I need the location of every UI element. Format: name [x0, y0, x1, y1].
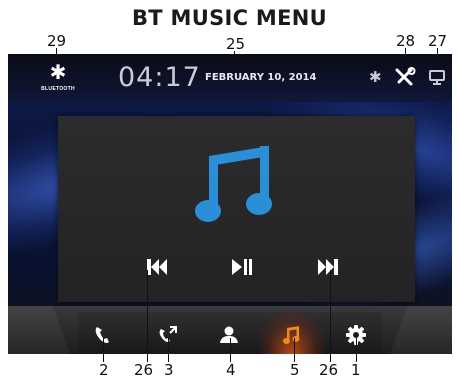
callout-29: 29: [47, 32, 67, 50]
clock-time: 04:17: [118, 62, 201, 93]
bluetooth-icon: ✱: [49, 60, 67, 84]
nav-bar-wing: [8, 306, 70, 354]
music-icon[interactable]: [281, 324, 303, 346]
callout-leader-26: [147, 270, 148, 362]
callout-28: 28: [396, 32, 416, 50]
bluetooth-status-icon: ✱: [369, 68, 382, 86]
callout-4: 4: [226, 361, 236, 379]
next-track-button[interactable]: [315, 256, 341, 278]
clock-date: FEBRUARY 10, 2014: [205, 72, 317, 83]
callout-26: 26: [319, 361, 339, 379]
music-note-icon: [195, 146, 272, 222]
contacts-icon[interactable]: [218, 324, 240, 346]
callout-leader-5: [294, 338, 295, 362]
callout-5: 5: [290, 361, 300, 379]
bluetooth-source-button[interactable]: ✱ BLUETOOTH: [38, 62, 78, 92]
bluetooth-source-label: BLUETOOTH: [41, 86, 75, 92]
status-bar: ✱ BLUETOOTH 04:17 FEBRUARY 10, 2014 ✱: [8, 54, 452, 102]
callout-27: 27: [428, 32, 448, 50]
callout-leader-2: [103, 338, 104, 362]
callout-leader-26: [330, 270, 331, 362]
callout-3: 3: [164, 361, 174, 379]
nav-bar-wing: [390, 306, 452, 354]
callout-leader-4: [230, 338, 231, 362]
callout-26: 26: [134, 361, 154, 379]
head-unit-screen: ✱ BLUETOOTH 04:17 FEBRUARY 10, 2014 ✱: [8, 54, 452, 354]
callout-2: 2: [99, 361, 109, 379]
callout-25: 25: [226, 35, 246, 53]
play-pause-button[interactable]: [229, 256, 255, 278]
settings-tools-icon[interactable]: [394, 67, 416, 87]
callout-leader-3: [168, 338, 169, 362]
music-player-panel: [58, 116, 415, 302]
callout-leader-1: [356, 338, 357, 362]
page-heading: BT MUSIC MENU: [131, 6, 328, 30]
callout-1: 1: [351, 361, 361, 379]
display-icon[interactable]: [428, 68, 446, 86]
